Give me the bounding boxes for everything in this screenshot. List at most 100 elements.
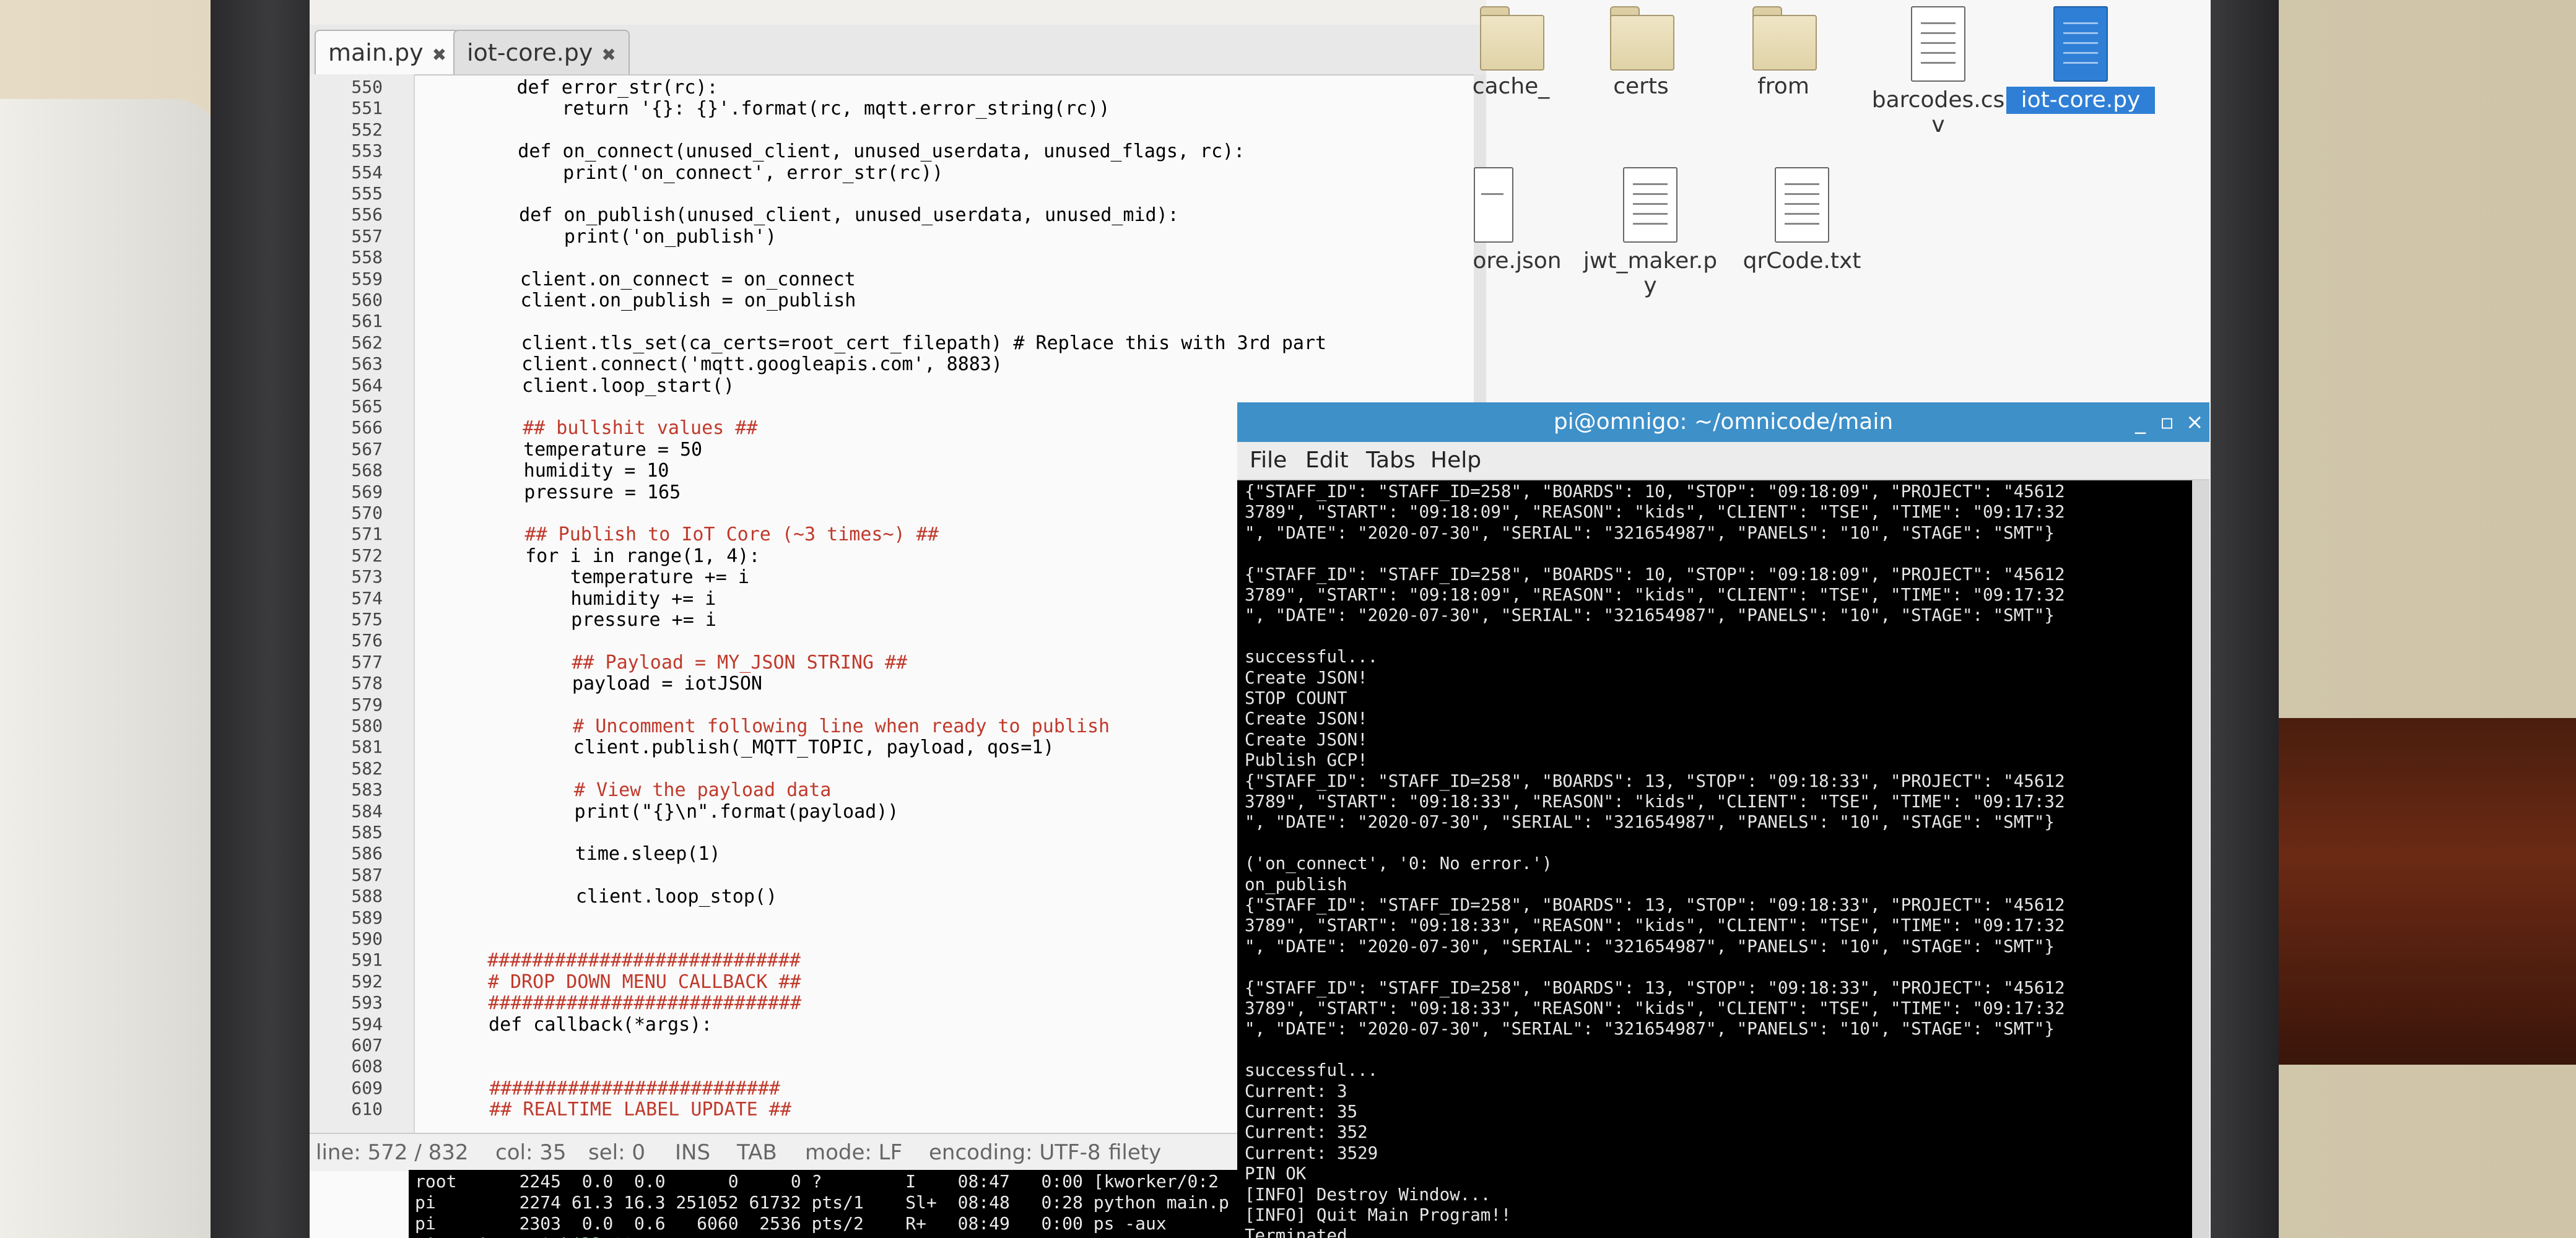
file-item[interactable]: certs: [1579, 6, 1703, 100]
terminal-scrollbar[interactable]: [2192, 480, 2209, 1238]
ps-line: pi 2303 0.0 0.6 6060 2536 pts/2 R+ 08:49…: [415, 1213, 1167, 1234]
document-icon: [2053, 6, 2108, 82]
ps-line: pi 2274 61.3 16.3 251052 61732 pts/1 Sl+…: [415, 1192, 1229, 1213]
line-number: 577: [351, 651, 383, 672]
line-number: 580: [351, 716, 383, 736]
code-line: time.sleep(1): [441, 843, 721, 865]
editor-tab-bar: main.py ✖ iot-core.py ✖: [310, 25, 1486, 76]
menu-file[interactable]: File: [1250, 442, 1287, 479]
line-number: 570: [351, 503, 383, 523]
tab-main-py[interactable]: main.py ✖: [315, 30, 461, 74]
code-line: def on_connect(unused_client, unused_use…: [428, 141, 1245, 163]
terminal-line: ('on_connect', '0: No error.'): [1245, 854, 1552, 874]
code-line: ## REALTIME LABEL UPDATE ##: [445, 1099, 791, 1121]
code-line: humidity += i: [436, 587, 716, 610]
wooden-shelf: [2279, 718, 2576, 1065]
file-item[interactable]: cache_: [1449, 6, 1573, 100]
line-number: 573: [351, 566, 383, 587]
line-number: 586: [351, 843, 383, 864]
close-icon[interactable]: ✖: [601, 45, 616, 65]
code-line: pressure = 165: [434, 481, 681, 503]
terminal-line: Current: 3: [1245, 1081, 1347, 1101]
terminal-line: {"STAFF_ID": "STAFF_ID=258", "BOARDS": 1…: [1245, 482, 2065, 501]
terminal-line: PIN OK: [1245, 1164, 1307, 1184]
terminal-line: [INFO] Quit Main Program!!: [1245, 1205, 1512, 1225]
line-number: 553: [351, 141, 383, 162]
minimize-icon[interactable]: _: [2135, 402, 2146, 442]
terminal-line: {"STAFF_ID": "STAFF_ID=258", "BOARDS": 1…: [1245, 895, 2065, 915]
status-mode: mode: LF: [805, 1140, 903, 1165]
terminal-line: {"STAFF_ID": "STAFF_ID=258", "BOARDS": 1…: [1245, 564, 2065, 584]
line-number: 589: [351, 907, 383, 928]
menu-edit[interactable]: Edit: [1305, 442, 1349, 479]
line-number: 591: [351, 950, 383, 971]
code-line: return '{}: {}'.format(rc, mqtt.error_st…: [427, 98, 1110, 120]
terminal-line: Create JSON!: [1245, 667, 1368, 688]
line-number: 559: [351, 268, 383, 289]
terminal-title-bar[interactable]: pi@omnigo: ~/omnicode/main: [1237, 402, 2209, 442]
close-icon[interactable]: ×: [2186, 402, 2204, 442]
folder-icon: [1752, 6, 1817, 71]
terminal-output[interactable]: {"STAFF_ID": "STAFF_ID=258", "BOARDS": 1…: [1237, 480, 2192, 1238]
monitor-bezel-right: [2211, 0, 2279, 1238]
line-number: 608: [351, 1056, 383, 1077]
line-number: 561: [351, 311, 383, 332]
fold-markers: [390, 74, 412, 1145]
gear-document-icon: [1474, 167, 1513, 243]
file-item[interactable]: from: [1721, 6, 1845, 100]
terminal-line: {"STAFF_ID": "STAFF_ID=258", "BOARDS": 1…: [1245, 771, 2065, 791]
terminal-line: Current: 352: [1245, 1122, 1368, 1143]
code-line: print('on_publish'): [430, 225, 777, 248]
code-line: def on_publish(unused_client, unused_use…: [429, 204, 1179, 227]
code-line: # View the payload data: [440, 779, 832, 802]
close-icon[interactable]: ✖: [432, 45, 446, 65]
file-item[interactable]: jwt_maker.p y: [1579, 167, 1721, 298]
terminal-line: 3789", "START": "09:18:09", "REASON": "k…: [1245, 502, 2065, 522]
code-line: def error_str(rc):: [427, 77, 718, 98]
menu-help[interactable]: Help: [1430, 442, 1481, 479]
terminal-line: ", "DATE": "2020-07-30", "SERIAL": "3216…: [1245, 812, 2055, 833]
file-item[interactable]: ore.json: [1461, 167, 1573, 275]
line-number: 557: [351, 225, 383, 246]
terminal-line: Current: 3529: [1245, 1143, 1378, 1163]
status-ins: INS: [675, 1140, 711, 1165]
code-line: client.loop_start(): [432, 374, 735, 397]
code-line: client.loop_stop(): [442, 886, 778, 908]
file-item[interactable]: barcodes.cs v: [1864, 6, 2012, 137]
terminal-line: successful...: [1245, 647, 1378, 667]
line-number: 564: [351, 374, 383, 396]
terminal-line: successful...: [1245, 1060, 1378, 1081]
line-number: 562: [351, 332, 383, 353]
code-line: temperature = 50: [433, 438, 703, 461]
line-number: 584: [351, 800, 383, 821]
terminal-line: 3789", "START": "09:18:33", "REASON": "k…: [1245, 998, 2065, 1018]
menu-tabs[interactable]: Tabs: [1366, 442, 1416, 479]
file-label: iot-core.py: [2006, 87, 2155, 114]
code-line: def callback(*args):: [443, 1013, 713, 1036]
line-number: 566: [351, 417, 383, 438]
line-number: 610: [351, 1099, 383, 1120]
code-line: client.publish(_MQTT_TOPIC, payload, qos…: [439, 737, 1055, 759]
line-number: 578: [351, 673, 383, 694]
terminal-line: Publish GCP!: [1245, 750, 1368, 771]
line-number: 575: [351, 609, 383, 630]
folder-icon: [1610, 6, 1674, 71]
maximize-icon[interactable]: ▫: [2160, 402, 2174, 442]
file-item[interactable]: qrCode.txt: [1734, 167, 1870, 275]
code-line: for i in range(1, 4):: [435, 545, 760, 567]
terminal-line: Current: 35: [1245, 1102, 1358, 1122]
status-col: col: 35: [495, 1140, 567, 1165]
status-line: line: 572 / 832: [316, 1140, 469, 1165]
terminal-line: ", "DATE": "2020-07-30", "SERIAL": "3216…: [1245, 605, 2055, 626]
terminal-line: {"STAFF_ID": "STAFF_ID=258", "BOARDS": 1…: [1245, 977, 2065, 998]
line-number: 588: [351, 886, 383, 907]
tab-label: main.py: [328, 39, 424, 66]
terminal-line: Create JSON!: [1245, 729, 1368, 750]
code-line: ############################: [443, 992, 802, 1015]
code-line: print("{}\n".format(payload)): [440, 800, 899, 823]
terminal-window: pi@omnigo: ~/omnicode/main _ ▫ × File Ed…: [1237, 402, 2209, 1238]
tab-label: iot-core.py: [467, 39, 593, 66]
tab-iot-core-py[interactable]: iot-core.py ✖: [453, 30, 630, 74]
code-line: temperature += i: [436, 566, 749, 589]
file-item-selected[interactable]: iot-core.py: [2006, 6, 2155, 114]
